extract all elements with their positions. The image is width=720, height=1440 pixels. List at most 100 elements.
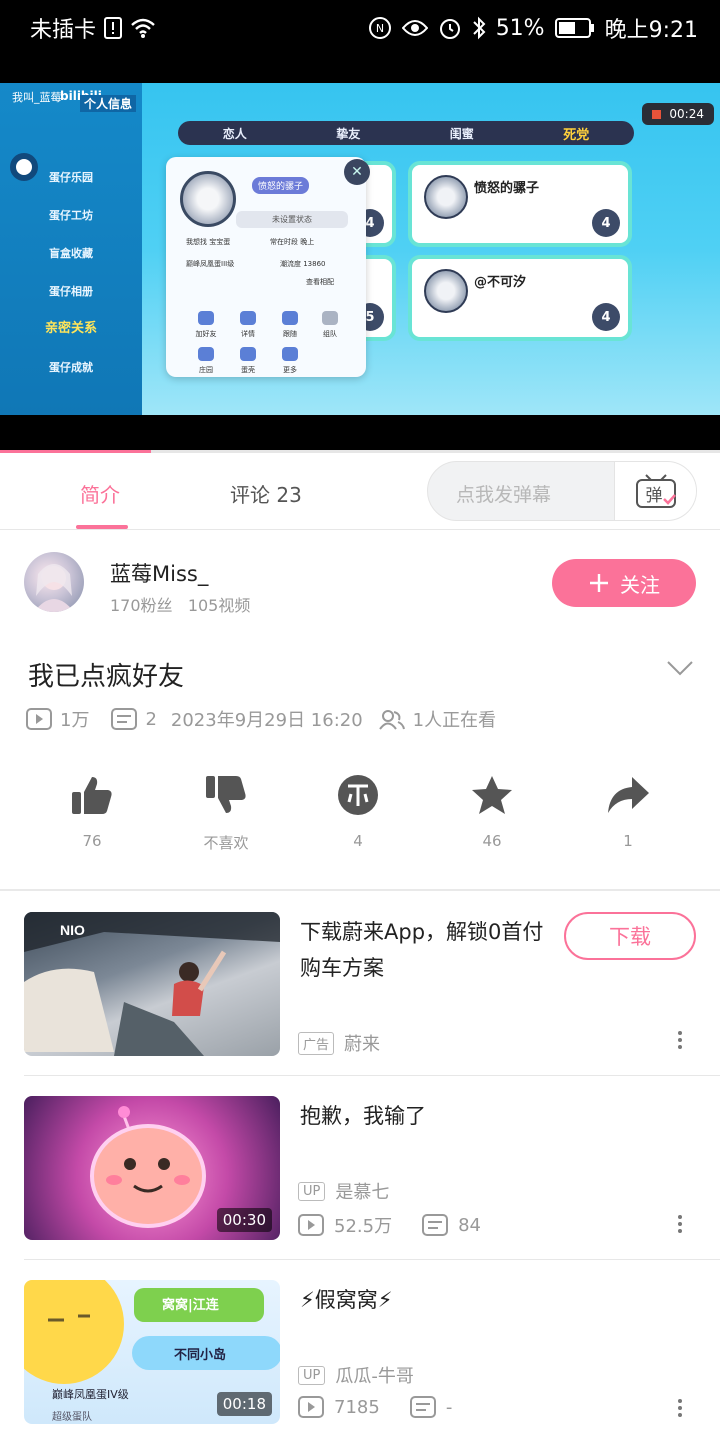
popup-name-tag: 愤怒的骡子 xyxy=(252,177,310,194)
video-thumbnail[interactable]: 窝窝|江连 不同小岛 巅峰凤凰蛋IV级 超级蛋队 00:18 xyxy=(24,1280,280,1424)
view-count: 7185 xyxy=(334,1396,380,1418)
popup-action: 更多 xyxy=(272,347,308,375)
ad-title[interactable]: 下载蔚来App，解锁0首付购车方案 xyxy=(300,914,550,986)
popup-action: 蛋壳 xyxy=(230,347,266,375)
more-options-icon[interactable] xyxy=(672,1028,688,1056)
view-count: 52.5万 xyxy=(334,1216,393,1237)
sidebar-item: 蛋仔乐园 xyxy=(49,171,93,184)
record-icon xyxy=(652,109,662,119)
thumb-text: 窝窝|江连 xyxy=(162,1298,219,1313)
more-options-icon[interactable] xyxy=(672,1396,688,1424)
ad-advertiser: 蔚来 xyxy=(344,1034,381,1055)
video-stats: 7185 - xyxy=(298,1396,452,1418)
follow-label: 关注 xyxy=(620,572,660,597)
uploader-stats: 170粉丝 105视频 xyxy=(110,592,250,616)
sidebar-item: 蛋仔成就 xyxy=(49,361,93,374)
relation-tab: 挚友 xyxy=(336,126,361,141)
video-duration: 00:18 xyxy=(216,1392,272,1416)
relation-tab: 闺蜜 xyxy=(449,126,474,141)
popup-action: 加好友 xyxy=(188,311,224,339)
uploader-name: 是慕七 xyxy=(335,1182,390,1203)
popup-action: 组队 xyxy=(312,311,348,339)
sidebar-item: 盲盒收藏 xyxy=(49,247,93,260)
popup-line: 巅峰凤凰蛋III级 xyxy=(186,260,235,268)
watching-count: 1人正在看 xyxy=(412,710,497,731)
video-duration: 00:24 xyxy=(669,107,704,121)
watching-icon xyxy=(378,710,405,730)
sidebar-item-active: 亲密关系 xyxy=(44,321,97,336)
panel-title: 个人信息 xyxy=(80,95,137,112)
friend-card: 愤怒的骡子 1543 4 xyxy=(408,161,632,247)
tab-underline xyxy=(76,525,128,529)
ad-tag: 广告 xyxy=(298,1031,335,1055)
bluetooth-icon xyxy=(472,15,486,41)
share-button[interactable]: 1 xyxy=(578,770,678,850)
recommendation-item[interactable]: 窝窝|江连 不同小岛 巅峰凤凰蛋IV级 超级蛋队 00:18 ⚡假窝窝⚡ UP … xyxy=(0,1280,720,1440)
ad-thumbnail[interactable]: NIO xyxy=(24,912,280,1056)
friend-card: @不可汐 1569 4 xyxy=(408,255,632,341)
clock: 晚上9:21 xyxy=(604,18,698,43)
recommendation-ad[interactable]: NIO 下载蔚来App，解锁0首付购车方案 下载 广告 蔚来 xyxy=(0,912,720,1092)
video-title[interactable]: 抱歉，我输了 xyxy=(300,1098,680,1134)
favorite-button[interactable]: 46 xyxy=(442,770,542,850)
up-tag: UP xyxy=(298,1365,326,1385)
coin-icon xyxy=(308,770,408,820)
recommendation-item[interactable]: 00:30 抱歉，我输了 UP 是慕七 52.5万 84 xyxy=(0,1096,720,1276)
share-icon xyxy=(578,770,678,820)
coin-button[interactable]: 4 xyxy=(308,770,408,850)
video-frame[interactable]: 我叫_蓝莓 bilibili 个人信息 蛋仔乐园 蛋仔工坊 盲盒收藏 蛋仔相册 … xyxy=(0,83,720,415)
danmu-icon: 弹 xyxy=(635,474,676,508)
video-uploader: UP 瓜瓜-牛哥 xyxy=(298,1362,414,1388)
popup-close-icon: ✕ xyxy=(344,159,370,185)
chevron-down-icon[interactable] xyxy=(666,658,694,682)
danmaku-count: 84 xyxy=(458,1214,481,1236)
favorite-count: 46 xyxy=(482,832,502,850)
like-button[interactable]: 76 xyxy=(42,770,142,850)
tab-comments[interactable]: 评论 23 xyxy=(230,479,302,508)
popup-line: 常在时段 晚上 xyxy=(270,238,315,246)
danmaku-count: 2 xyxy=(145,708,157,730)
friend-name: 愤怒的骡子 xyxy=(474,181,540,196)
eye-comfort-icon xyxy=(401,15,428,41)
list-separator xyxy=(24,1259,720,1260)
plus-icon xyxy=(590,574,608,592)
danmu-input[interactable]: 点我发弹幕 弹 xyxy=(427,461,697,521)
video-title[interactable]: ⚡假窝窝⚡ xyxy=(300,1282,680,1318)
popup-line: 我想找 宝宝蛋 xyxy=(186,238,231,246)
more-options-icon[interactable] xyxy=(672,1212,688,1240)
thumb-text: 超级蛋队 xyxy=(52,1412,92,1423)
dislike-button[interactable]: 不喜欢 xyxy=(176,770,276,853)
relation-tab: 恋人 xyxy=(222,126,247,141)
friend-badge: 4 xyxy=(592,209,620,237)
video-thumbnail[interactable]: 00:30 xyxy=(24,1096,280,1240)
up-tag: UP xyxy=(298,1181,326,1201)
popup-line: 查看相配 xyxy=(306,278,334,286)
danmu-placeholder[interactable]: 点我发弹幕 xyxy=(456,480,551,507)
action-bar: 76 不喜欢 4 46 1 xyxy=(0,770,720,890)
play-count-icon xyxy=(298,1396,324,1418)
danmaku-count-icon xyxy=(409,1396,436,1418)
thumb-text: 不同小岛 xyxy=(174,1348,227,1363)
uploader-name: 瓜瓜-牛哥 xyxy=(335,1366,414,1387)
download-button[interactable]: 下载 xyxy=(564,912,696,960)
danmu-toggle-button[interactable]: 弹 xyxy=(614,462,696,520)
content-tabs: 简介 评论 23 点我发弹幕 弹 xyxy=(0,453,720,530)
video-duration-badge: 00:24 xyxy=(642,103,714,125)
wifi-icon xyxy=(130,15,156,41)
sidebar-item: 蛋仔工坊 xyxy=(49,209,93,222)
friend-badge: 4 xyxy=(592,303,620,331)
video-duration: 00:30 xyxy=(216,1208,272,1232)
uploader-name[interactable]: 蓝莓Miss_ xyxy=(110,558,208,588)
svg-text:弹: 弹 xyxy=(645,486,662,506)
tab-intro[interactable]: 简介 xyxy=(80,479,120,508)
friend-name: @不可汐 xyxy=(474,275,527,290)
popup-action: 详情 xyxy=(230,311,266,339)
follow-button[interactable]: 关注 xyxy=(552,559,696,607)
uploader-avatar[interactable] xyxy=(24,552,84,612)
ad-source: 广告 蔚来 xyxy=(298,1030,380,1056)
star-icon xyxy=(442,770,542,820)
video-watermark: 我叫_蓝莓 xyxy=(12,91,62,104)
popup-line: 潮流度 13860 xyxy=(280,260,326,268)
friend-avatar xyxy=(424,175,468,219)
thumbs-up-icon xyxy=(42,770,142,820)
